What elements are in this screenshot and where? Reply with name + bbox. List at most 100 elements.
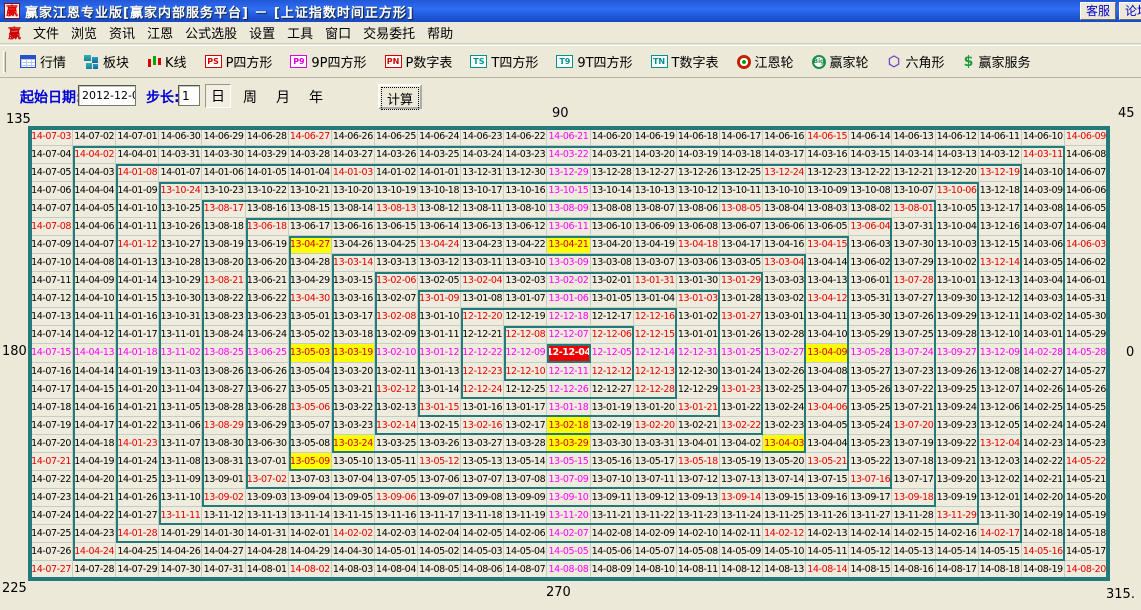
- customer-service-button[interactable]: 客服: [1080, 2, 1116, 20]
- grid-cell[interactable]: 14-02-20: [1022, 489, 1065, 507]
- grid-cell[interactable]: 13-01-04: [634, 290, 677, 308]
- grid-cell[interactable]: 13-10-01: [936, 272, 979, 290]
- grid-cell[interactable]: 14-07-13: [30, 308, 73, 326]
- grid-cell[interactable]: 13-09-15: [763, 489, 806, 507]
- calculate-button[interactable]: 计算: [378, 84, 422, 109]
- grid-cell[interactable]: 13-05-30: [849, 308, 892, 326]
- grid-cell[interactable]: 13-06-10: [591, 218, 634, 236]
- grid-cell[interactable]: 14-07-07: [30, 200, 73, 218]
- grid-cell[interactable]: 13-12-28: [591, 164, 634, 182]
- grid-cell[interactable]: 13-08-17: [202, 200, 245, 218]
- toolbar-item-9t-square[interactable]: T99T四方形: [547, 52, 641, 71]
- grid-cell[interactable]: 13-11-17: [418, 507, 461, 525]
- grid-cell[interactable]: 14-04-09: [73, 272, 116, 290]
- grid-cell[interactable]: 13-04-25: [375, 236, 418, 254]
- grid-cell[interactable]: 14-02-25: [1022, 399, 1065, 417]
- grid-cell[interactable]: 13-09-27: [936, 344, 979, 362]
- grid-cell[interactable]: 13-05-31: [849, 290, 892, 308]
- grid-cell[interactable]: 13-11-05: [159, 399, 202, 417]
- grid-cell[interactable]: 13-06-26: [246, 363, 289, 381]
- grid-cell[interactable]: 13-12-15: [979, 236, 1022, 254]
- grid-cell[interactable]: 14-01-31: [246, 525, 289, 543]
- grid-cell[interactable]: 14-01-14: [116, 272, 159, 290]
- grid-cell[interactable]: 13-06-21: [246, 272, 289, 290]
- grid-cell[interactable]: 14-06-07: [1065, 164, 1108, 182]
- grid-cell[interactable]: 13-08-23: [202, 308, 245, 326]
- grid-cell[interactable]: 14-04-25: [116, 543, 159, 561]
- grid-cell[interactable]: 13-07-30: [892, 236, 935, 254]
- grid-cell[interactable]: 13-10-06: [936, 182, 979, 200]
- grid-cell[interactable]: 13-10-12: [677, 182, 720, 200]
- grid-cell[interactable]: 13-06-24: [246, 326, 289, 344]
- grid-cell[interactable]: 13-04-22: [504, 236, 547, 254]
- grid-cell[interactable]: 14-02-04: [418, 525, 461, 543]
- grid-cell[interactable]: 14-08-06: [461, 561, 504, 579]
- grid-cell[interactable]: 14-01-22: [116, 417, 159, 435]
- grid-cell[interactable]: 13-03-23: [332, 417, 375, 435]
- grid-cell[interactable]: 13-09-11: [591, 489, 634, 507]
- grid-cell[interactable]: 14-03-28: [289, 146, 332, 164]
- grid-cell[interactable]: 14-05-27: [1065, 363, 1108, 381]
- grid-cell[interactable]: 13-08-26: [202, 363, 245, 381]
- grid-cell[interactable]: 13-10-30: [159, 290, 202, 308]
- grid-cell-start-date[interactable]: 12-12-04: [547, 344, 590, 362]
- grid-cell[interactable]: 14-07-21: [30, 453, 73, 471]
- grid-cell[interactable]: 14-08-20: [1065, 561, 1108, 579]
- grid-cell[interactable]: 14-02-15: [892, 525, 935, 543]
- grid-cell[interactable]: 13-07-07: [461, 471, 504, 489]
- grid-cell[interactable]: 13-01-05: [591, 290, 634, 308]
- grid-cell[interactable]: 14-03-17: [763, 146, 806, 164]
- grid-cell[interactable]: 14-01-09: [116, 182, 159, 200]
- grid-cell[interactable]: 14-01-10: [116, 200, 159, 218]
- grid-cell[interactable]: 13-09-17: [849, 489, 892, 507]
- grid-cell[interactable]: 14-05-20: [1065, 489, 1108, 507]
- toolbar-item-kline[interactable]: K线: [138, 52, 196, 71]
- grid-cell[interactable]: 12-12-09: [504, 344, 547, 362]
- grid-cell[interactable]: 13-09-25: [936, 381, 979, 399]
- grid-cell[interactable]: 13-07-06: [418, 471, 461, 489]
- menu-item-tools[interactable]: 工具: [281, 21, 319, 44]
- grid-cell[interactable]: 14-03-21: [591, 146, 634, 164]
- grid-cell[interactable]: 13-06-13: [461, 218, 504, 236]
- grid-cell[interactable]: 13-12-17: [979, 200, 1022, 218]
- grid-cell[interactable]: 13-11-10: [159, 489, 202, 507]
- grid-cell[interactable]: 13-06-12: [504, 218, 547, 236]
- grid-cell[interactable]: 13-07-12: [677, 471, 720, 489]
- grid-cell[interactable]: 13-03-17: [332, 308, 375, 326]
- grid-cell[interactable]: 13-05-15: [547, 453, 590, 471]
- grid-cell[interactable]: 13-05-08: [289, 435, 332, 453]
- grid-cell[interactable]: 14-02-19: [1022, 507, 1065, 525]
- grid-cell[interactable]: 13-09-10: [547, 489, 590, 507]
- grid-cell[interactable]: 13-11-30: [979, 507, 1022, 525]
- grid-cell[interactable]: 14-06-17: [720, 128, 763, 146]
- grid-cell[interactable]: 14-01-01: [418, 164, 461, 182]
- grid-cell[interactable]: 13-11-16: [375, 507, 418, 525]
- toolbar-item-t-number-table[interactable]: TNT数字表: [642, 52, 728, 71]
- grid-cell[interactable]: 13-08-05: [720, 200, 763, 218]
- grid-cell[interactable]: 13-11-22: [634, 507, 677, 525]
- grid-cell[interactable]: 14-03-11: [1022, 146, 1065, 164]
- grid-cell[interactable]: 14-01-21: [116, 399, 159, 417]
- grid-cell[interactable]: 13-12-30: [504, 164, 547, 182]
- grid-cell[interactable]: 14-07-04: [30, 146, 73, 164]
- grid-cell[interactable]: 14-05-05: [547, 543, 590, 561]
- grid-cell[interactable]: 13-08-13: [375, 200, 418, 218]
- grid-cell[interactable]: 13-05-18: [677, 453, 720, 471]
- grid-cell[interactable]: 13-06-14: [418, 218, 461, 236]
- grid-cell[interactable]: 13-03-09: [547, 254, 590, 272]
- grid-cell[interactable]: 13-08-04: [763, 200, 806, 218]
- grid-cell[interactable]: 13-05-29: [849, 326, 892, 344]
- grid-cell[interactable]: 13-01-22: [720, 399, 763, 417]
- grid-cell[interactable]: 14-04-03: [73, 164, 116, 182]
- grid-cell[interactable]: 13-07-15: [806, 471, 849, 489]
- menu-item-winner-logo[interactable]: 赢: [2, 21, 27, 44]
- grid-cell[interactable]: 12-12-23: [461, 363, 504, 381]
- grid-cell[interactable]: 12-12-13: [634, 363, 677, 381]
- grid-cell[interactable]: 14-05-17: [1065, 543, 1108, 561]
- grid-cell[interactable]: 14-03-02: [1022, 308, 1065, 326]
- period-year[interactable]: 年: [309, 87, 323, 107]
- grid-cell[interactable]: 13-11-02: [159, 344, 202, 362]
- grid-cell[interactable]: 13-04-20: [591, 236, 634, 254]
- grid-cell[interactable]: 13-12-20: [936, 164, 979, 182]
- grid-cell[interactable]: 13-04-21: [547, 236, 590, 254]
